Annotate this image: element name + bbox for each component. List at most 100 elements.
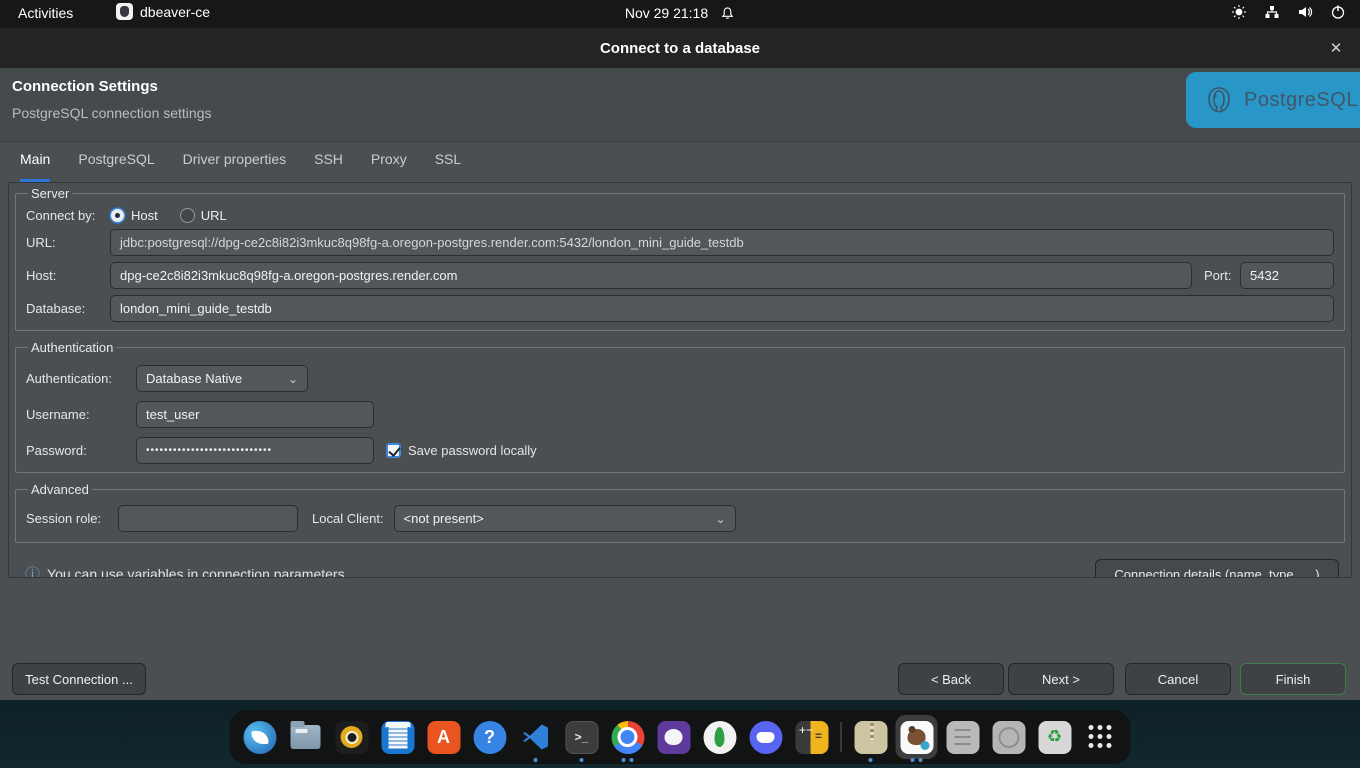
port-input[interactable]: 5432 (1240, 262, 1334, 289)
dock-item-settings-list[interactable] (940, 710, 986, 764)
url-input[interactable]: jdbc:postgresql://dpg-ce2c8i82i3mkuc8q98… (110, 229, 1334, 256)
dock-item-help[interactable]: ? (467, 710, 513, 764)
tab-ssl[interactable]: SSL (435, 151, 461, 182)
discord-icon (749, 721, 782, 754)
cancel-button[interactable]: Cancel (1125, 663, 1231, 695)
session-role-input[interactable] (118, 505, 298, 532)
database-row: Database: london_mini_guide_testdb (26, 295, 1334, 322)
chevron-down-icon: ⌄ (715, 512, 725, 526)
trash-icon: ♻ (1038, 721, 1071, 754)
radio-host[interactable] (110, 208, 125, 223)
dock-item-terminal[interactable]: >_ (559, 710, 605, 764)
radio-url-label[interactable]: URL (201, 208, 227, 223)
host-row: Host: dpg-ce2c8i82i3mkuc8q98fg-a.oregon-… (26, 262, 1334, 289)
dock-item-libreoffice-writer[interactable] (375, 710, 421, 764)
dock-item-discord[interactable] (743, 710, 789, 764)
auth-type-row: Authentication: Database Native ⌄ (26, 365, 1334, 392)
username-row: Username: test_user (26, 401, 1334, 428)
save-password-label[interactable]: Save password locally (408, 443, 537, 458)
disk-icon (992, 721, 1025, 754)
advanced-row: Session role: Local Client: <not present… (26, 505, 1334, 532)
dock-item-dbeaver[interactable] (894, 710, 940, 764)
next-button[interactable]: Next > (1008, 663, 1114, 695)
save-password-checkbox[interactable] (386, 443, 401, 458)
system-top-bar: Activities dbeaver-ce Nov 29 21:18 (0, 0, 1360, 28)
test-connection-button[interactable]: Test Connection ... (12, 663, 146, 695)
url-row: URL: jdbc:postgresql://dpg-ce2c8i82i3mku… (26, 229, 1334, 256)
database-label: Database: (26, 301, 110, 316)
clock-text: Nov 29 21:18 (625, 5, 708, 21)
local-client-label: Local Client: (312, 511, 384, 526)
wizard-header: Connection Settings PostgreSQL connectio… (0, 68, 1360, 142)
advanced-group: Advanced Session role: Local Client: <no… (15, 482, 1345, 543)
password-input[interactable]: •••••••••••••••••••••••••••• (136, 437, 374, 464)
postgresql-elephant-icon (1202, 83, 1236, 117)
dock-item-calculator[interactable]: +−= (789, 710, 835, 764)
dock-item-ubuntu-software[interactable]: A (421, 710, 467, 764)
bell-icon (720, 6, 735, 21)
radio-host-label[interactable]: Host (131, 208, 158, 223)
username-label: Username: (26, 407, 136, 422)
dock-item-rhythmbox[interactable] (329, 710, 375, 764)
tab-ssh[interactable]: SSH (314, 151, 343, 182)
variables-hint-text: You can use variables in connection para… (47, 566, 345, 579)
files-icon (291, 725, 321, 749)
host-label: Host: (26, 268, 110, 283)
server-group: Server Connect by: Host URL URL: jdbc:po… (15, 186, 1345, 331)
database-input[interactable]: london_mini_guide_testdb (110, 295, 1334, 322)
connect-by-row: Connect by: Host URL (26, 208, 1334, 223)
auth-type-value: Database Native (146, 371, 242, 386)
postgresql-banner: PostgreSQL (1186, 72, 1360, 128)
dock-item-vscode[interactable] (513, 710, 559, 764)
dock-item-chrome[interactable] (605, 710, 651, 764)
vscode-icon (521, 722, 551, 752)
host-input[interactable]: dpg-ce2c8i82i3mkuc8q98fg-a.oregon-postgr… (110, 262, 1192, 289)
volume-icon (1297, 4, 1313, 20)
dbeaver-icon (900, 721, 933, 754)
local-client-select[interactable]: <not present> ⌄ (394, 505, 736, 532)
clock-area[interactable]: Nov 29 21:18 (0, 5, 1360, 21)
dialog-titlebar[interactable]: Connect to a database ✕ (0, 28, 1360, 68)
advanced-group-legend: Advanced (28, 482, 92, 497)
url-label: URL: (26, 235, 110, 250)
thunderbird-icon (243, 721, 276, 754)
main-tab-content: Server Connect by: Host URL URL: jdbc:po… (8, 182, 1352, 578)
dock-item-archive-manager[interactable] (848, 710, 894, 764)
dock-separator (841, 722, 842, 752)
calculator-icon: +−= (795, 721, 828, 754)
system-tray[interactable] (1231, 4, 1346, 20)
auth-type-select[interactable]: Database Native ⌄ (136, 365, 308, 392)
radio-url[interactable] (180, 208, 195, 223)
connection-details-button[interactable]: Connection details (name, type, ... ) (1095, 559, 1339, 578)
username-input[interactable]: test_user (136, 401, 374, 428)
github-desktop-icon (657, 721, 690, 754)
chevron-down-icon: ⌄ (288, 372, 298, 386)
tab-proxy[interactable]: Proxy (371, 151, 407, 182)
tab-driver-properties[interactable]: Driver properties (183, 151, 286, 182)
finish-button[interactable]: Finish (1240, 663, 1346, 695)
preferences-icon (946, 721, 979, 754)
dialog-button-bar: Test Connection ... < Back Next > Cancel… (0, 663, 1360, 695)
dock-item-trash[interactable]: ♻ (1032, 710, 1078, 764)
dock-item-disk[interactable] (986, 710, 1032, 764)
close-icon[interactable]: ✕ (1324, 36, 1348, 60)
page-title: Connection Settings (12, 78, 158, 95)
dock-item-mongodb[interactable] (697, 710, 743, 764)
mongodb-icon (703, 721, 736, 754)
dock-item-files[interactable] (283, 710, 329, 764)
dialog-title: Connect to a database (600, 40, 760, 57)
dock: A ? >_ (230, 710, 1131, 764)
server-group-legend: Server (28, 186, 72, 201)
brightness-icon (1231, 4, 1247, 20)
connect-by-label: Connect by: (26, 208, 110, 223)
help-icon: ? (473, 721, 506, 754)
tab-postgresql[interactable]: PostgreSQL (78, 151, 154, 182)
dock-item-app-grid[interactable] (1078, 710, 1124, 764)
dock-item-github-desktop[interactable] (651, 710, 697, 764)
back-button[interactable]: < Back (898, 663, 1004, 695)
tab-main[interactable]: Main (20, 151, 50, 182)
power-icon (1330, 4, 1346, 20)
content-footer: ⓘ You can use variables in connection pa… (25, 559, 1341, 578)
rhythmbox-icon (335, 721, 368, 754)
dock-item-thunderbird[interactable] (237, 710, 283, 764)
